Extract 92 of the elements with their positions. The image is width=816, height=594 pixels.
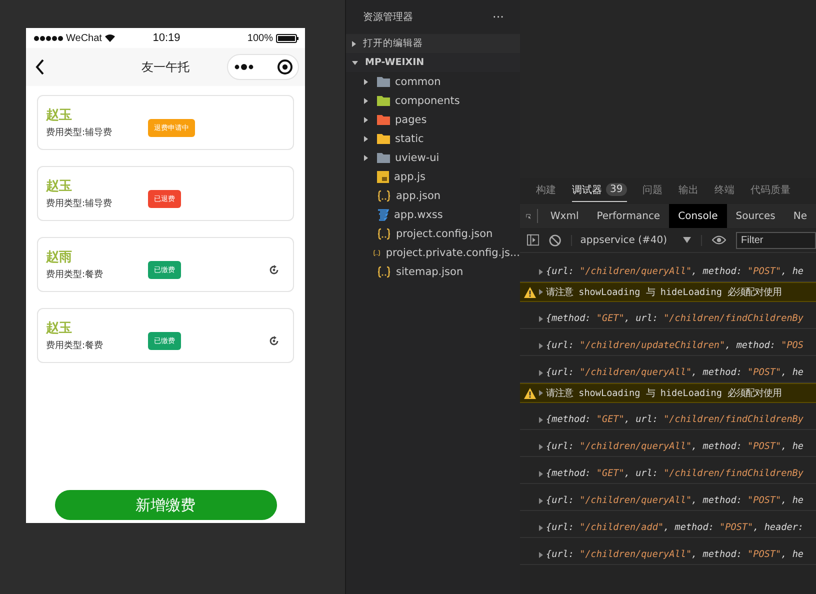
panel-tab[interactable]: Wxml bbox=[541, 204, 588, 228]
json-file-icon bbox=[377, 190, 391, 202]
student-name: 赵玉 bbox=[46, 320, 73, 337]
file-tree-item[interactable]: project.private.config.js... bbox=[346, 243, 520, 262]
devtools-tab[interactable]: 构建 bbox=[536, 178, 556, 202]
expand-icon[interactable] bbox=[539, 498, 543, 504]
sidebar-toggle-icon[interactable] bbox=[527, 234, 540, 246]
console-message: {method: "GET", url: "/children/findChildrenBy bbox=[546, 313, 804, 324]
json-file-icon bbox=[377, 228, 391, 240]
file-tree-item[interactable]: components bbox=[346, 91, 520, 110]
fee-type: 费用类型:餐费 bbox=[46, 340, 104, 352]
fee-type: 费用类型:辅导费 bbox=[46, 126, 114, 139]
expand-icon bbox=[364, 154, 368, 160]
expand-icon[interactable] bbox=[539, 471, 543, 477]
devtools-tab[interactable]: 调试器 39 bbox=[572, 178, 627, 202]
js-file-icon bbox=[377, 170, 389, 182]
file-tree-item[interactable]: project.config.json bbox=[346, 224, 520, 243]
filter-field[interactable]: Filter bbox=[736, 232, 816, 248]
devtools-tab[interactable]: 输出 bbox=[678, 178, 699, 202]
console-message: 请注意 showLoading 与 hideLoading 必须配对使用 bbox=[546, 286, 782, 298]
file-tree-item[interactable]: app.json bbox=[346, 186, 520, 205]
file-tree-item[interactable]: pages bbox=[346, 110, 520, 129]
explorer-section[interactable]: MP-WEIXIN bbox=[346, 53, 520, 72]
clear-icon[interactable] bbox=[549, 234, 562, 246]
file-tree-item[interactable]: app.js bbox=[346, 167, 520, 186]
expand-icon[interactable] bbox=[539, 343, 543, 349]
more-icon[interactable] bbox=[234, 64, 254, 70]
console-message: 请注意 showLoading 与 hideLoading 必须配对使用 bbox=[546, 386, 782, 400]
expand-icon[interactable] bbox=[539, 269, 543, 275]
battery-icon bbox=[276, 34, 299, 42]
console-message: {url: "/children/updateChildren", method: "POS bbox=[546, 340, 804, 351]
eye-icon[interactable] bbox=[712, 235, 726, 245]
student-name: 赵玉 bbox=[46, 178, 73, 195]
devtools-tab[interactable]: 代码质量 bbox=[750, 178, 791, 202]
expand-icon bbox=[352, 40, 356, 46]
console-message: {method: "GET", url: "/children/findChildrenBy bbox=[546, 414, 804, 425]
context-dropdown[interactable]: appservice (#40) bbox=[571, 234, 702, 246]
expand-icon[interactable] bbox=[539, 417, 543, 423]
time-label: 10:19 bbox=[152, 32, 180, 44]
fee-type: 费用类型:辅导费 bbox=[46, 198, 114, 210]
expand-icon[interactable] bbox=[539, 390, 543, 396]
file-tree-item[interactable]: common bbox=[346, 72, 520, 91]
file-tree-item[interactable]: app.wxss bbox=[346, 205, 520, 224]
expand-icon bbox=[364, 136, 368, 142]
expand-icon[interactable] bbox=[539, 525, 543, 531]
json-file-icon bbox=[377, 266, 391, 278]
student-name: 赵雨 bbox=[46, 249, 73, 266]
carrier-label: WeChat bbox=[66, 32, 102, 44]
expand-icon bbox=[364, 116, 368, 122]
file-tree-item[interactable]: static bbox=[346, 129, 520, 148]
signal-icon bbox=[34, 36, 63, 40]
battery-label: 100% bbox=[247, 32, 273, 44]
expand-icon[interactable] bbox=[539, 370, 543, 376]
devtools-tab[interactable]: 终端 bbox=[714, 178, 735, 202]
add-payment-button[interactable]: 新增缴费 bbox=[54, 490, 276, 520]
css-file-icon bbox=[377, 208, 389, 220]
page-title: 友一午托 bbox=[142, 58, 190, 76]
wifi-icon bbox=[104, 34, 115, 42]
console-message: {url: "/children/queryAll", method: "POST", he bbox=[546, 441, 804, 452]
console-message: {method: "GET", url: "/children/findChildrenBy bbox=[546, 468, 804, 479]
file-tree-item[interactable]: sitemap.json bbox=[346, 262, 520, 281]
console-message: {url: "/children/queryAll", method: "POST", he bbox=[546, 367, 804, 378]
refresh-icon[interactable] bbox=[269, 264, 279, 274]
console-message: {url: "/children/queryAll", method: "POST", he bbox=[546, 495, 804, 506]
devtools-tab[interactable]: 问题 bbox=[642, 178, 663, 202]
explorer-section[interactable]: 打开的编辑器 bbox=[346, 34, 520, 53]
panel-tab[interactable]: Console bbox=[669, 204, 727, 228]
console-message: {url: "/children/add", method: "POST", header: bbox=[546, 522, 804, 533]
student-name: 赵玉 bbox=[46, 107, 73, 124]
expand-icon[interactable] bbox=[539, 444, 543, 450]
expand-icon bbox=[352, 60, 358, 64]
panel-tab[interactable]: Sources bbox=[726, 204, 784, 228]
warning-icon bbox=[524, 286, 536, 298]
panel-title: 资源管理器 bbox=[363, 11, 413, 24]
console-message: {url: "/children/queryAll", method: "POST", he bbox=[546, 266, 804, 277]
expand-icon[interactable] bbox=[539, 316, 543, 322]
more-button[interactable]: ··· bbox=[492, 10, 504, 24]
refresh-icon[interactable] bbox=[269, 336, 279, 346]
panel-tab[interactable]: Performance bbox=[588, 204, 670, 228]
expand-icon bbox=[364, 78, 368, 84]
file-tree-item[interactable]: uview-ui bbox=[346, 148, 520, 167]
capsule-menu[interactable] bbox=[227, 54, 299, 80]
count-badge: 39 bbox=[606, 183, 627, 196]
back-icon[interactable] bbox=[35, 59, 45, 75]
panel-tab[interactable]: Ne bbox=[784, 204, 816, 228]
console-message: {url: "/children/queryAll", method: "POST", he bbox=[546, 549, 804, 560]
expand-icon[interactable] bbox=[539, 552, 543, 558]
dropdown-icon bbox=[683, 237, 692, 243]
expand-icon bbox=[364, 98, 368, 104]
warning-icon bbox=[524, 388, 536, 398]
fee-type: 费用类型:餐费 bbox=[46, 268, 104, 281]
expand-icon[interactable] bbox=[539, 289, 543, 295]
